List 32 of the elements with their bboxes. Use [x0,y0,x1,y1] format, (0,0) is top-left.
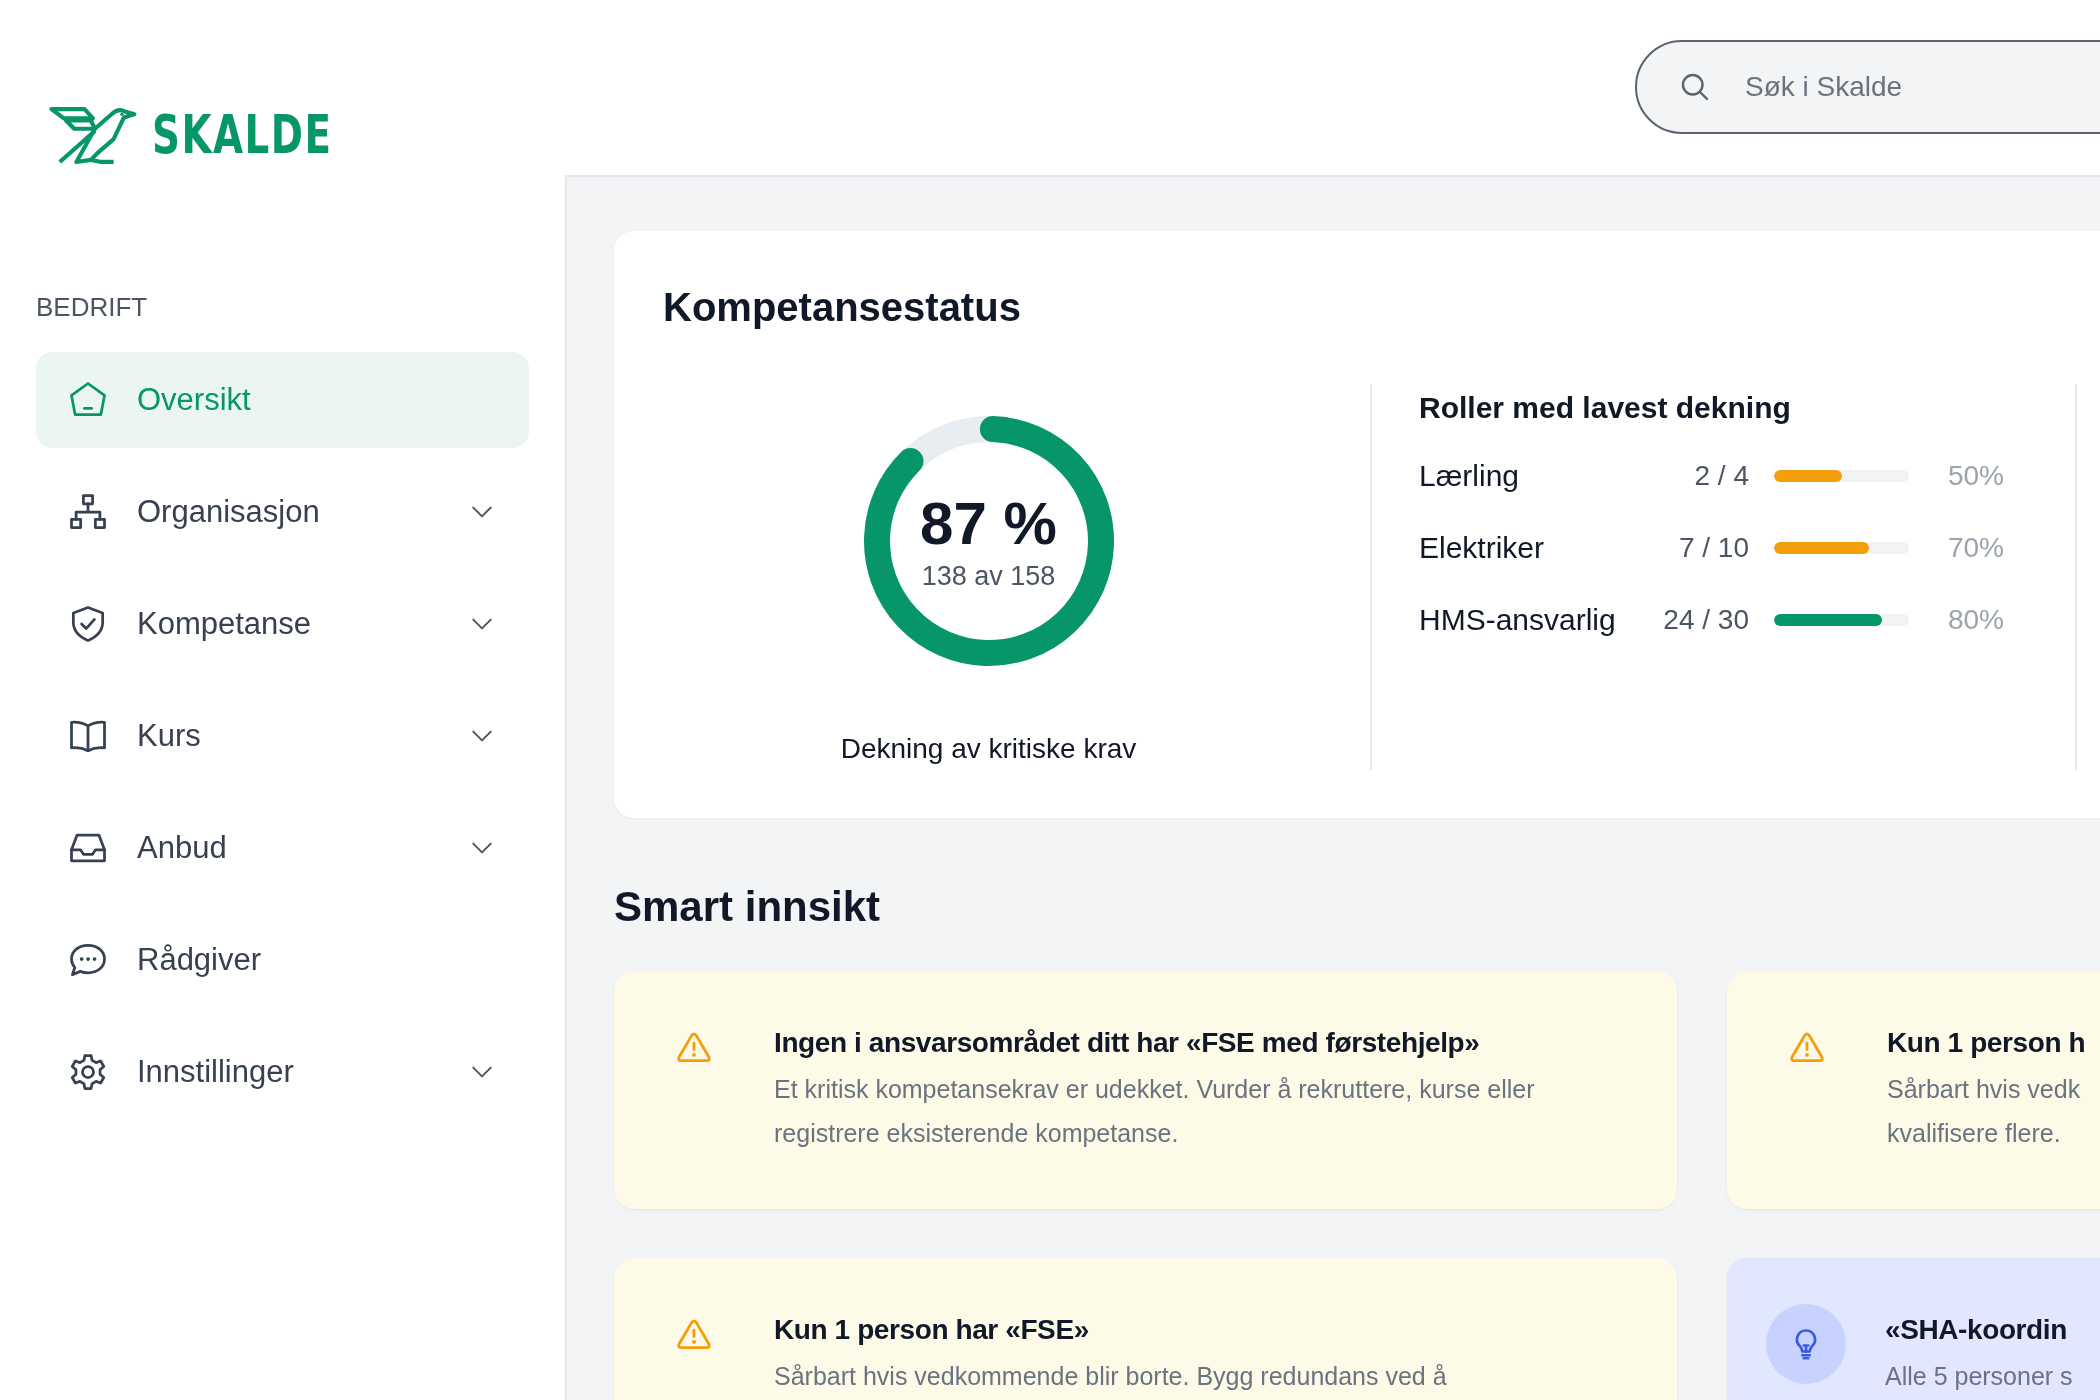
role-percent: 50% [1946,460,2004,492]
insight-description: Alle 5 personer s [1885,1361,2073,1392]
role-ratio: 2 / 4 [1693,460,1749,492]
section-title: Roller med lavest dekning [1419,390,1792,426]
insight-title: Ingen i ansvarsområdet ditt har «FSE med førstehjelp» [774,1026,1481,1060]
insight-description: Sårbart hvis vedkommende blir borte. Bygg redundans ved å [774,1361,1447,1392]
role-name: HMS-ansvarlig [1419,603,1617,637]
role-name: Lærling [1419,459,1521,493]
nav-item[interactable]: Organisasjon [36,464,529,560]
insight-title: Kun 1 person har «FSE» [774,1313,1090,1347]
donut-caption: Dekning av kritiske krav [840,733,1137,765]
role-ratio: 7 / 10 [1677,532,1749,564]
coverage-percent: 87 % [920,490,1057,557]
nav-item[interactable]: Kompetanse [36,576,529,672]
nav-item[interactable]: Rådgiver [36,912,529,1008]
nav-item[interactable]: Kurs [36,688,529,784]
insight-description: Sårbart hvis vedk kvalifisere flere. [1887,1074,2082,1149]
section-title: Smart innsikt [614,882,882,932]
insight-title: Kun 1 person h [1887,1026,2086,1060]
role-percent: 70% [1946,532,2004,564]
logo-wordmark: SKALDE [152,108,333,162]
search-field[interactable]: Søk i Skalde [1635,40,2100,134]
card-title: Kompetansestatus [663,284,1022,331]
coverage-count: 138 av 158 [921,560,1056,592]
nav-item[interactable]: Innstillinger [36,1024,529,1120]
role-percent: 80% [1946,604,2004,636]
nav-item[interactable]: Anbud [36,800,529,896]
insight-description: Et kritisk kompetansekrav er udekket. Vurder å rekruttere, kurse eller registrere eksisterende kompetanse. [774,1074,1535,1149]
insight-title: «SHA-koordin [1885,1313,2068,1347]
role-ratio: 24 / 30 [1662,604,1749,636]
role-name: Elektriker [1419,531,1546,565]
section-label: BEDRIFT [36,292,149,322]
